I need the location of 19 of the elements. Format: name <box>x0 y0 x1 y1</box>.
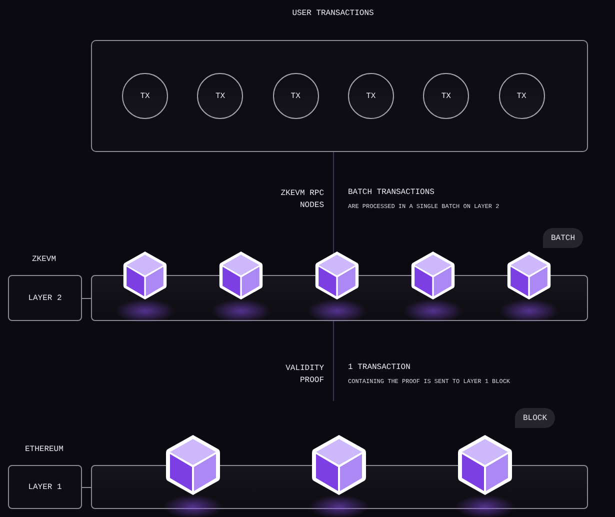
cube-icon <box>121 248 169 302</box>
layer-label: LAYER 2 <box>8 275 82 321</box>
cube-icon <box>455 432 515 498</box>
cube-icon <box>163 432 223 498</box>
layer-caption: ETHEREUM <box>25 446 64 454</box>
chat-bubble: BLOCK <box>515 408 556 428</box>
cube-icon <box>309 432 369 498</box>
diagram-title: USER TRANSACTIONS <box>291 10 375 18</box>
cube-icon <box>217 248 265 302</box>
cube-icon <box>313 248 361 302</box>
layer-caption: ZKEVM <box>32 256 56 264</box>
step-heading: 1 TRANSACTION <box>348 364 410 372</box>
step-label: ZKEVM RPC NODES <box>280 188 324 212</box>
step-label: VALIDITY PROOF <box>284 363 324 387</box>
cube-icon <box>409 248 457 302</box>
cube-icon <box>505 248 553 302</box>
layer-label: LAYER 1 <box>8 465 82 509</box>
chat-bubble: BATCH <box>543 228 584 248</box>
step-heading: BATCH TRANSACTIONS <box>348 189 434 197</box>
